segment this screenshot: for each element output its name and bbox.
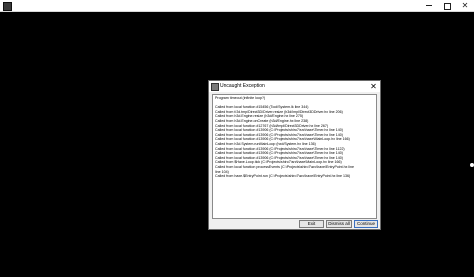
dialog-button-row: Exit Dismiss all Continue [209, 220, 380, 230]
dialog-title: Uncaught Exception [220, 83, 265, 89]
maximize-icon[interactable] [438, 0, 456, 11]
dialog-close-icon[interactable]: ✕ [368, 81, 379, 92]
message-line: Called from local function processEvents… [215, 164, 355, 169]
minimize-icon[interactable] [420, 0, 438, 11]
dialog-titlebar: Uncaught Exception ✕ [209, 81, 380, 92]
message-line: Called from haxe.$EntryPoint.run (C:\Pro… [215, 174, 351, 179]
close-icon[interactable]: ✕ [456, 0, 474, 11]
uncaught-exception-dialog: Uncaught Exception ✕ Program timeout (in… [208, 80, 381, 230]
continue-button[interactable]: Continue [354, 220, 378, 228]
dismiss-all-button[interactable]: Dismiss all [326, 220, 352, 228]
exit-button[interactable]: Exit [299, 220, 324, 228]
dialog-app-icon [211, 83, 219, 91]
app-icon [3, 2, 12, 11]
window-titlebar: ✕ [0, 0, 474, 12]
cursor-marker [470, 163, 474, 167]
exception-message-box[interactable]: Program timeout (infinite loop?) Called f… [212, 94, 377, 219]
